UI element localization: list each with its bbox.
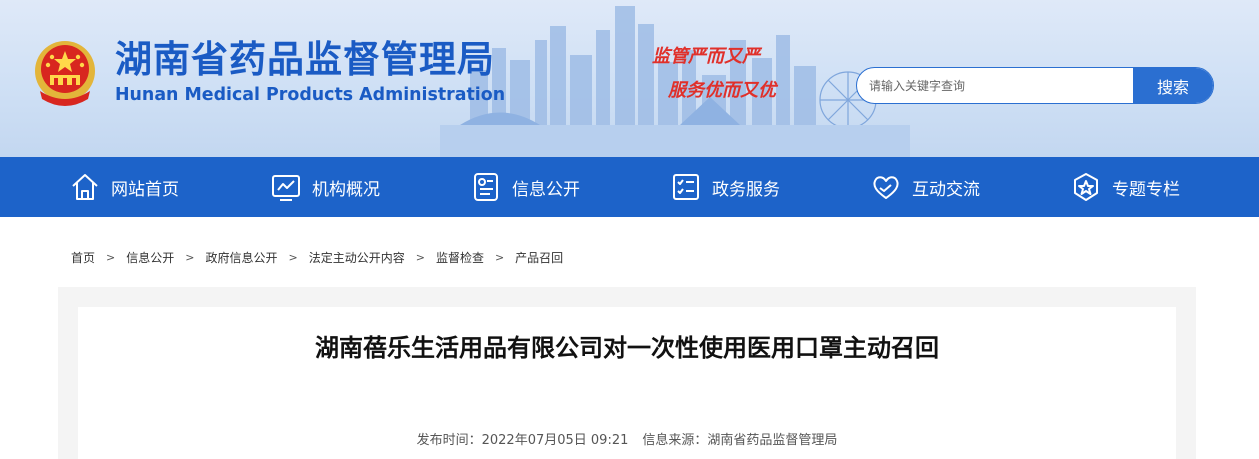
search-button[interactable]: 搜索 (1133, 68, 1213, 103)
slogan-line-2: 服务优而又优 (668, 80, 776, 101)
site-title: 湖南省药品监督管理局 (115, 38, 495, 81)
nav-item-services[interactable]: 政务服务 (670, 157, 780, 217)
publish-time: 2022年07月05日 09:21 (481, 433, 629, 448)
nav-label-about: 机构概况 (312, 179, 380, 200)
breadcrumb-gov-info[interactable]: 政府信息公开 (205, 249, 277, 266)
nav-label-info: 信息公开 (512, 179, 580, 200)
nav-label-home: 网站首页 (111, 179, 179, 200)
main-nav: 网站首页 机构概况 信息公开 政务服务 互动交流 专题专栏 (0, 157, 1259, 217)
breadcrumb-separator: > (415, 251, 425, 264)
chart-icon (272, 175, 300, 201)
nav-label-topics: 专题专栏 (1112, 179, 1180, 200)
home-icon (72, 174, 98, 200)
nav-item-about[interactable]: 机构概况 (270, 157, 380, 217)
search-box: 搜索 (856, 67, 1214, 104)
slogan-line-1: 监管严而又严 (652, 46, 760, 67)
breadcrumb-info-disclosure[interactable]: 信息公开 (126, 249, 174, 266)
publish-time-label: 发布时间： (416, 433, 482, 448)
nav-item-interaction[interactable]: 互动交流 (870, 157, 980, 217)
checklist-icon (673, 174, 699, 200)
nav-item-info[interactable]: 信息公开 (470, 157, 580, 217)
search-input[interactable] (857, 68, 1135, 103)
source-value: 湖南省药品监督管理局 (707, 433, 838, 448)
breadcrumb-separator: > (185, 251, 195, 264)
article-title: 湖南蓓乐生活用品有限公司对一次性使用医用口罩主动召回 (315, 334, 939, 362)
breadcrumb-separator: > (288, 251, 298, 264)
site-subtitle: Hunan Medical Products Administration (115, 85, 506, 105)
site-header: 湖南省药品监督管理局 Hunan Medical Products Admini… (0, 0, 1259, 157)
nav-item-topics[interactable]: 专题专栏 (1070, 157, 1180, 217)
article-card: 湖南蓓乐生活用品有限公司对一次性使用医用口罩主动召回 发布时间：2022年07月… (78, 307, 1176, 459)
breadcrumb-separator: > (494, 251, 505, 264)
star-badge-icon (1074, 173, 1098, 201)
national-emblem-icon (35, 41, 95, 106)
breadcrumb-supervision[interactable]: 监督检查 (436, 249, 484, 266)
city-skyline-illustration (440, 6, 910, 157)
nav-label-interaction: 互动交流 (912, 179, 980, 200)
article-meta: 发布时间：2022年07月05日 09:21 信息来源：湖南省药品监督管理局 (78, 429, 1176, 448)
document-icon (474, 173, 498, 201)
breadcrumb-separator: > (106, 251, 116, 264)
breadcrumb-statutory-content[interactable]: 法定主动公开内容 (309, 249, 405, 266)
nav-label-services: 政务服务 (712, 179, 780, 200)
breadcrumb: 首页 > 信息公开 > 政府信息公开 > 法定主动公开内容 > 监督检查 > 产… (71, 249, 563, 266)
breadcrumb-product-recall[interactable]: 产品召回 (515, 249, 563, 266)
nav-item-home[interactable]: 网站首页 (69, 157, 179, 217)
source-label: 信息来源： (642, 433, 708, 448)
heart-hands-icon (873, 176, 899, 199)
breadcrumb-home[interactable]: 首页 (71, 249, 95, 266)
